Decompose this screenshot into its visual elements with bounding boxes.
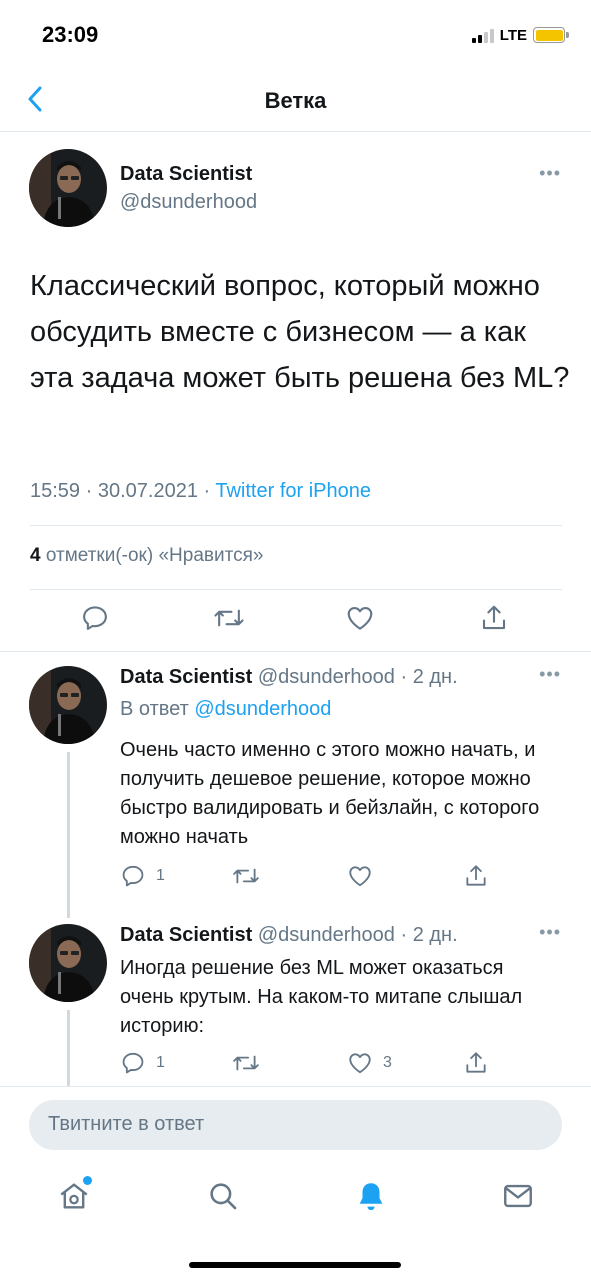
like-icon <box>347 606 373 630</box>
share-icon <box>466 865 486 886</box>
network-label: LTE <box>499 26 527 44</box>
reply-button[interactable] <box>80 603 110 633</box>
status-bar: 23:09 LTE <box>0 0 591 70</box>
reply-count: 1 <box>156 867 165 884</box>
status-indicators: LTE <box>471 25 569 45</box>
reply-input-placeholder: Твитните в ответ <box>48 1113 205 1135</box>
divider <box>30 589 562 590</box>
tweet-time: 15:59 <box>30 480 81 502</box>
reply-composer-bar: Твитните в ответ <box>0 1086 591 1162</box>
search-icon <box>210 1183 237 1210</box>
author-handle[interactable]: @dsunderhood <box>120 191 257 214</box>
reply-input[interactable]: Твитните в ответ <box>29 1100 562 1150</box>
retweet-button[interactable] <box>232 1050 260 1076</box>
notifications-icon <box>359 1183 383 1211</box>
tweet-source[interactable]: Twitter for iPhone <box>215 480 371 502</box>
avatar[interactable] <box>29 924 107 1002</box>
unread-dot <box>83 1176 92 1185</box>
reply-count: 1 <box>156 1054 165 1071</box>
tweet-text: Классический вопрос, который можно обсуд… <box>30 270 570 394</box>
meta-separator: · <box>203 480 216 502</box>
author-name[interactable]: Data Scientist <box>120 924 252 946</box>
reply-to-prefix: В ответ <box>120 698 189 720</box>
like-icon <box>349 1053 371 1074</box>
like-button[interactable] <box>345 603 375 633</box>
author-handle[interactable]: @dsunderhood <box>258 666 395 688</box>
tweet-date: 30.07.2021 <box>97 480 198 502</box>
likes-summary[interactable]: 4 отметки(-ок) «Нравится» <box>30 545 263 567</box>
retweet-icon <box>233 1055 259 1071</box>
tweet-actions <box>0 603 591 643</box>
author-handle[interactable]: @dsunderhood <box>258 924 395 946</box>
reply-header: Data Scientist @dsunderhood · 2 дн. <box>120 666 458 689</box>
reply-button[interactable]: 1 <box>120 863 165 889</box>
meta-separator: · <box>400 924 408 946</box>
tweet-age: 2 дн. <box>412 924 458 946</box>
messages-icon <box>504 1184 532 1208</box>
likes-label: отметки(-ок) «Нравится» <box>45 545 264 566</box>
like-icon <box>349 866 371 887</box>
share-icon <box>466 1052 486 1073</box>
tweet-meta: 15:59 · 30.07.2021 · Twitter for iPhone <box>30 480 371 503</box>
like-count: 3 <box>383 1054 392 1071</box>
navigation-bar: Ветка <box>0 70 591 132</box>
likes-count: 4 <box>30 545 41 566</box>
reply-icon <box>122 1052 144 1074</box>
reply-header: Data Scientist @dsunderhood · 2 дн. <box>120 924 458 947</box>
status-time: 23:09 <box>42 22 99 47</box>
reply-to-handle[interactable]: @dsunderhood <box>194 698 331 720</box>
more-icon[interactable]: ••• <box>539 922 561 943</box>
more-icon[interactable]: ••• <box>539 163 561 184</box>
avatar[interactable] <box>29 666 107 744</box>
share-icon <box>482 605 506 630</box>
divider <box>30 525 562 526</box>
signal-icon <box>471 27 494 43</box>
thread-line <box>67 752 70 918</box>
like-button[interactable]: 3 <box>347 1050 392 1076</box>
page-title: Ветка <box>264 88 327 113</box>
tab-messages[interactable] <box>500 1178 536 1214</box>
avatar[interactable] <box>29 149 107 227</box>
author-name[interactable]: Data Scientist <box>120 666 252 688</box>
reply-icon <box>122 865 144 887</box>
reply-text: Иногда решение без ML может оказаться оч… <box>120 957 523 1037</box>
tab-bar <box>0 1162 591 1280</box>
tweet-age: 2 дн. <box>412 666 458 688</box>
thread-line <box>67 1010 70 1090</box>
share-button[interactable] <box>463 1050 489 1076</box>
share-button[interactable] <box>479 603 509 633</box>
reply-button[interactable]: 1 <box>120 1050 165 1076</box>
thread-line <box>67 902 70 912</box>
tab-notifications[interactable] <box>353 1178 389 1214</box>
retweet-icon <box>214 609 244 627</box>
reply-text: Очень часто именно с этого можно начать,… <box>120 739 540 848</box>
reply-to: В ответ @dsunderhood <box>120 698 331 721</box>
meta-separator: · <box>400 666 408 688</box>
reply-icon <box>83 606 107 630</box>
battery-icon <box>533 27 569 43</box>
home-indicator <box>189 1262 401 1268</box>
tab-home[interactable] <box>56 1176 92 1214</box>
tab-search[interactable] <box>205 1178 241 1214</box>
share-button[interactable] <box>463 863 489 889</box>
retweet-button[interactable] <box>232 863 260 889</box>
like-button[interactable] <box>347 863 373 889</box>
retweet-button[interactable] <box>213 603 245 633</box>
more-icon[interactable]: ••• <box>539 664 561 685</box>
divider <box>0 651 591 652</box>
retweet-icon <box>233 868 259 884</box>
author-name[interactable]: Data Scientist <box>120 163 252 186</box>
meta-separator: · <box>85 480 98 502</box>
